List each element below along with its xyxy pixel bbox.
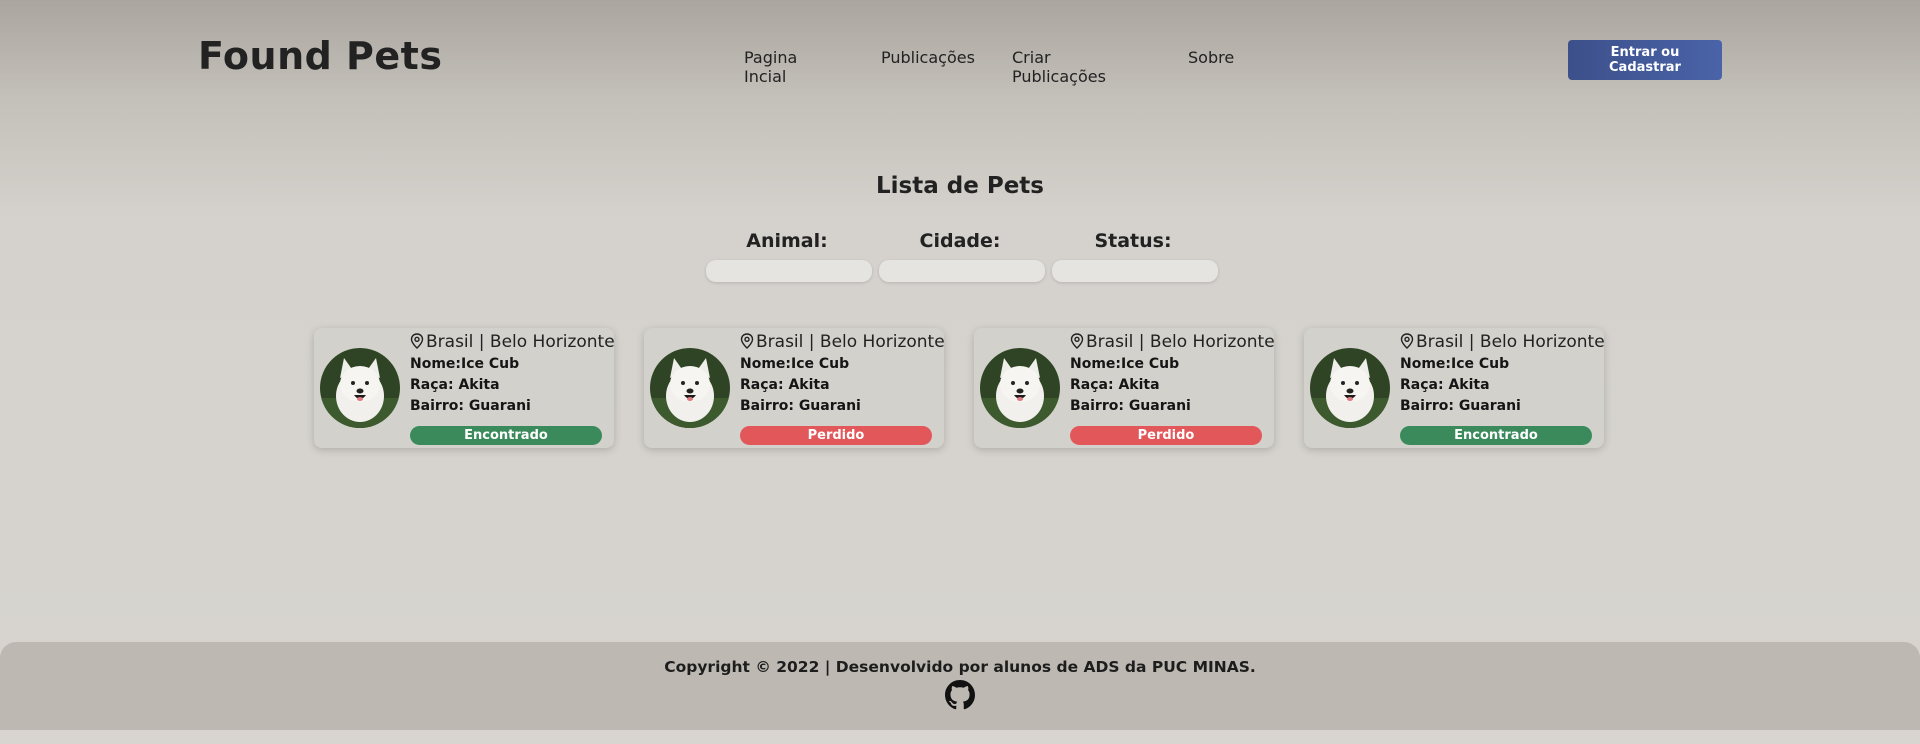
pet-raca: Raça: Akita [740, 377, 830, 393]
github-icon[interactable] [945, 680, 975, 710]
pet-bairro: Bairro: Guarani [410, 398, 531, 414]
pet-bairro: Bairro: Guarani [1070, 398, 1191, 414]
filter-cidade: Cidade: [879, 230, 1045, 282]
status-badge: Encontrado [1400, 426, 1592, 445]
login-button[interactable]: Entrar ou Cadastrar [1568, 40, 1722, 80]
status-badge: Perdido [740, 426, 932, 445]
filter-animal-label: Animal: [746, 230, 828, 252]
location-pin-icon [1070, 333, 1084, 349]
pet-bairro: Bairro: Guarani [740, 398, 861, 414]
card-location: Brasil | Belo Horizonte [1070, 332, 1275, 352]
pet-photo [1310, 348, 1390, 428]
pet-bairro: Bairro: Guarani [1400, 398, 1521, 414]
status-badge: Perdido [1070, 426, 1262, 445]
pet-nome: Nome:Ice Cub [410, 356, 520, 372]
location-pin-icon [1400, 333, 1414, 349]
pet-photo [980, 348, 1060, 428]
nav-home[interactable]: Pagina Incial [744, 48, 797, 86]
footer: Copyright © 2022 | Desenvolvido por alun… [0, 642, 1920, 730]
card-location-text: Brasil | Belo Horizonte [1086, 332, 1275, 352]
filter-status: Status: [1052, 230, 1218, 282]
filter-animal-input[interactable] [706, 260, 872, 282]
pet-nome: Nome:Ice Cub [1070, 356, 1180, 372]
filter-animal: Animal: [706, 230, 872, 282]
page-title: Lista de Pets [876, 173, 1044, 199]
pet-nome: Nome:Ice Cub [1400, 356, 1510, 372]
nav-publicacoes[interactable]: Publicações [881, 48, 975, 67]
card-location: Brasil | Belo Horizonte [1400, 332, 1605, 352]
card-location-text: Brasil | Belo Horizonte [426, 332, 615, 352]
header: Found Pets Pagina Incial Publicações Cri… [0, 0, 1920, 120]
pet-photo [650, 348, 730, 428]
nav-criar-publicacoes[interactable]: Criar Publicações [1012, 48, 1106, 86]
pet-card[interactable]: Brasil | Belo Horizonte Nome:Ice Cub Raç… [1304, 328, 1605, 448]
filter-status-input[interactable] [1052, 260, 1218, 282]
location-pin-icon [410, 333, 424, 349]
card-location: Brasil | Belo Horizonte [410, 332, 615, 352]
brand-logo[interactable]: Found Pets [198, 34, 442, 78]
filter-cidade-label: Cidade: [919, 230, 1001, 252]
filter-status-label: Status: [1094, 230, 1172, 252]
filter-cidade-input[interactable] [879, 260, 1045, 282]
card-location-text: Brasil | Belo Horizonte [1416, 332, 1605, 352]
nav-sobre[interactable]: Sobre [1188, 48, 1234, 67]
card-location: Brasil | Belo Horizonte [740, 332, 945, 352]
pet-raca: Raça: Akita [1400, 377, 1490, 393]
pet-photo [320, 348, 400, 428]
status-badge: Encontrado [410, 426, 602, 445]
copyright-text: Copyright © 2022 | Desenvolvido por alun… [664, 658, 1256, 676]
pet-card[interactable]: Brasil | Belo Horizonte Nome:Ice Cub Raç… [974, 328, 1275, 448]
pet-card[interactable]: Brasil | Belo Horizonte Nome:Ice Cub Raç… [314, 328, 615, 448]
pet-card[interactable]: Brasil | Belo Horizonte Nome:Ice Cub Raç… [644, 328, 945, 448]
location-pin-icon [740, 333, 754, 349]
pet-nome: Nome:Ice Cub [740, 356, 850, 372]
pet-raca: Raça: Akita [1070, 377, 1160, 393]
pet-raca: Raça: Akita [410, 377, 500, 393]
card-location-text: Brasil | Belo Horizonte [756, 332, 945, 352]
